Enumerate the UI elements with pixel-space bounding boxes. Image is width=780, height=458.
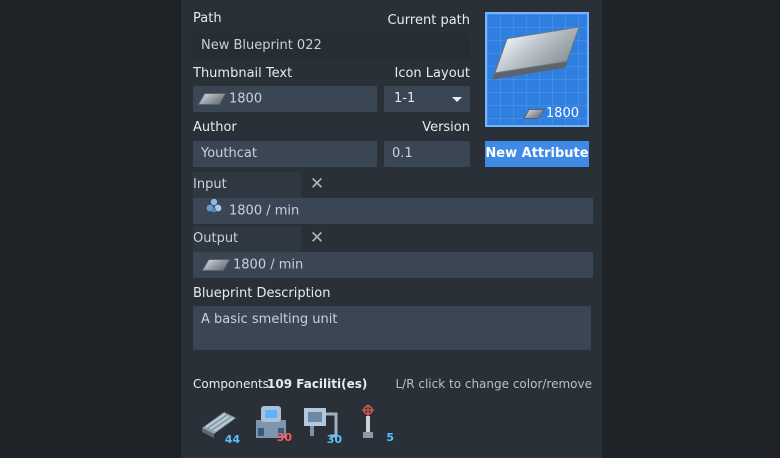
blueprint-thumbnail-preview[interactable]: 1800 bbox=[485, 12, 589, 127]
input-label-box: Input bbox=[193, 172, 301, 198]
thumbnail-text-value: 1800 bbox=[229, 91, 263, 107]
blueprint-description-input[interactable]: A basic smelting unit bbox=[193, 306, 591, 350]
version-label: Version bbox=[422, 120, 470, 135]
output-rate: 1800 / min bbox=[233, 257, 304, 273]
version-input[interactable]: 0.1 bbox=[384, 141, 470, 167]
iron-plate-icon bbox=[197, 86, 227, 112]
chevron-down-icon bbox=[452, 97, 462, 102]
component-count: 30 bbox=[276, 431, 292, 444]
path-label: Path bbox=[193, 11, 222, 26]
iron-plate-icon bbox=[523, 108, 545, 119]
component-count: 30 bbox=[326, 433, 342, 446]
iron-plate-icon bbox=[201, 252, 231, 278]
component-count: 44 bbox=[224, 433, 240, 446]
new-attribute-button[interactable]: New Attribute bbox=[485, 141, 589, 167]
thumbnail-text-label: Thumbnail Text bbox=[193, 66, 293, 81]
thumbnail-text-input[interactable]: 1800 bbox=[193, 86, 377, 112]
output-label-box: Output bbox=[193, 226, 301, 252]
icon-layout-select[interactable]: 1-1 bbox=[384, 86, 470, 112]
close-icon[interactable]: ✕ bbox=[309, 230, 325, 247]
input-item[interactable]: 1800 / min bbox=[193, 198, 593, 224]
iron-ore-icon bbox=[205, 198, 223, 224]
output-label: Output bbox=[193, 231, 239, 246]
components-label: Components bbox=[193, 377, 269, 391]
icon-layout-value: 1-1 bbox=[394, 91, 416, 106]
component-smelter[interactable]: 30 bbox=[250, 400, 292, 444]
components-count: 109 Faciliti(es) bbox=[267, 377, 368, 391]
preview-badge-value: 1800 bbox=[545, 106, 579, 121]
input-rate: 1800 / min bbox=[229, 203, 300, 219]
blueprint-description-label: Blueprint Description bbox=[193, 286, 331, 301]
close-icon[interactable]: ✕ bbox=[309, 176, 325, 193]
output-item[interactable]: 1800 / min bbox=[193, 252, 593, 278]
input-label: Input bbox=[193, 177, 227, 192]
component-conveyor-belt[interactable]: 44 bbox=[198, 402, 240, 446]
preview-badge: 1800 bbox=[523, 106, 579, 121]
current-path-button[interactable]: Current path bbox=[380, 13, 470, 28]
author-input[interactable]: Youthcat bbox=[193, 141, 377, 167]
author-label: Author bbox=[193, 120, 237, 135]
icon-layout-label: Icon Layout bbox=[394, 66, 471, 81]
components-hint: L/R click to change color/remove bbox=[395, 377, 592, 391]
component-tesla-tower[interactable]: 5 bbox=[352, 400, 394, 444]
component-sorter[interactable]: 30 bbox=[300, 402, 342, 446]
iron-plate-icon bbox=[494, 26, 580, 74]
component-count: 5 bbox=[386, 431, 394, 444]
path-input[interactable]: New Blueprint 022 bbox=[193, 33, 470, 59]
